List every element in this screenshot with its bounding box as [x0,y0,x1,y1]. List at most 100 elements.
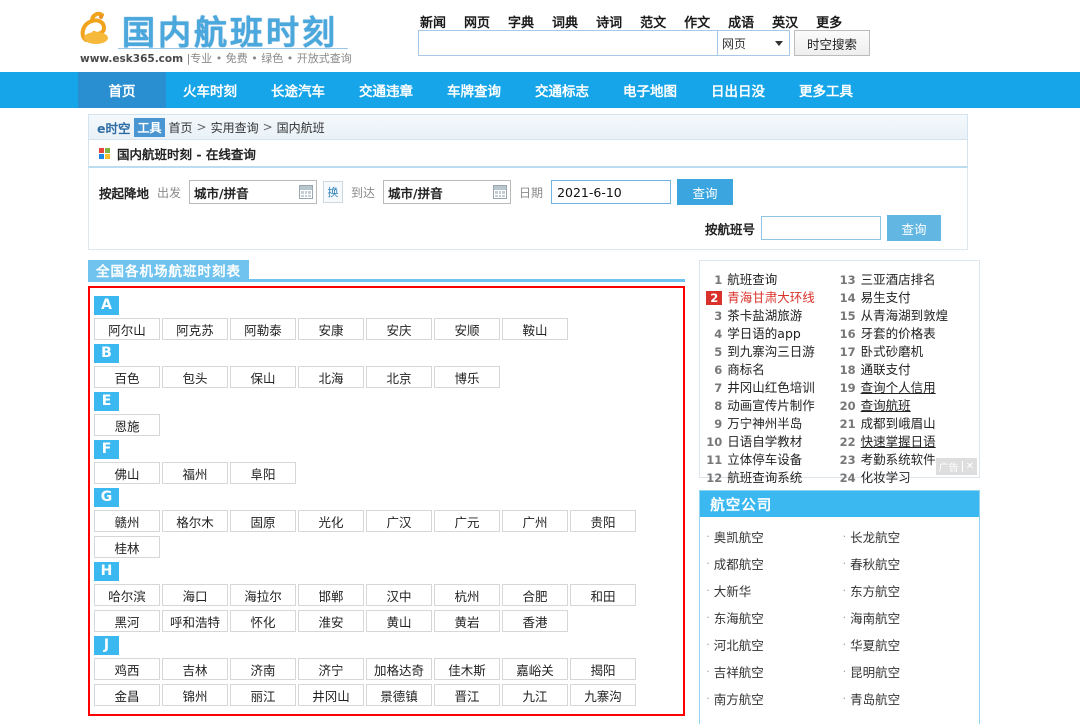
airport-chip[interactable]: 海拉尔 [230,584,296,606]
airline-item[interactable]: · 东海航空 [706,604,842,631]
hot-search-item[interactable]: 11 立体停车设备 [706,449,839,467]
airline-item[interactable]: · 青岛航空 [843,685,979,712]
hot-search-text[interactable]: 化妆学习 [861,467,911,486]
airport-chip[interactable]: 香港 [502,610,568,632]
hot-search-text[interactable]: 动画宣传片制作 [727,395,815,414]
search-link-5[interactable]: 范文 [640,12,666,31]
airport-chip[interactable]: 广元 [434,510,500,532]
hot-search-text[interactable]: 学日语的app [727,323,801,342]
depart-city-input[interactable]: 城市/拼音 [189,180,318,204]
site-logo[interactable]: 国内航班时刻 www.esk365.com |专业 • 免费 • 绿色 • 开放… [78,6,352,66]
airport-chip[interactable]: 恩施 [94,414,160,436]
hot-search-text[interactable]: 三亚酒店排名 [861,269,936,288]
hot-search-item[interactable]: 15 从青海湖到敦煌 [840,305,973,323]
hot-search-text[interactable]: 到九寨沟三日游 [727,341,815,360]
hot-search-item[interactable]: 10 日语自学教材 [706,431,839,449]
airport-chip[interactable]: 济南 [230,658,296,680]
hot-search-item[interactable]: 2 青海甘肃大环线 [706,287,839,305]
airport-chip[interactable]: 和田 [570,584,636,606]
flightno-input[interactable] [761,216,881,240]
airport-chip[interactable]: 锦州 [162,684,228,706]
date-input[interactable]: 2021-6-10 [551,180,672,204]
nav-item-bus[interactable]: 长途汽车 [254,72,342,108]
airport-chip[interactable]: 井冈山 [298,684,364,706]
breadcrumb-brand[interactable]: e时空 [97,118,130,137]
hot-search-text[interactable]: 从青海湖到敦煌 [861,305,949,324]
airport-chip[interactable]: 晋江 [434,684,500,706]
nav-item-more-tools[interactable]: 更多工具 [782,72,870,108]
search-link-6[interactable]: 作文 [684,12,710,31]
airport-chip[interactable]: 格尔木 [162,510,228,532]
airport-chip[interactable]: 北京 [366,366,432,388]
hot-search-item[interactable]: 18 通联支付 [840,359,973,377]
airport-chip[interactable]: 佳木斯 [434,658,500,680]
airport-chip[interactable]: 固原 [230,510,296,532]
airport-chip[interactable]: 广州 [502,510,568,532]
airport-chip[interactable]: 百色 [94,366,160,388]
hot-search-item[interactable]: 4 学日语的app [706,323,839,341]
airport-chip[interactable]: 北海 [298,366,364,388]
hot-search-item[interactable]: 16 牙套的价格表 [840,323,973,341]
hot-search-item[interactable]: 3 茶卡盐湖旅游 [706,305,839,323]
airport-chip[interactable]: 广汉 [366,510,432,532]
airport-chip[interactable]: 吉林 [162,658,228,680]
hot-search-text[interactable]: 航班查询 [727,269,777,288]
hot-search-text[interactable]: 井冈山红色培训 [727,377,815,396]
hot-search-text[interactable]: 万宁神州半岛 [727,413,802,432]
airport-chip[interactable]: 鸡西 [94,658,160,680]
airline-item[interactable]: · 河北航空 [706,631,842,658]
airport-chip[interactable]: 呼和浩特 [162,610,228,632]
airport-chip[interactable]: 合肥 [502,584,568,606]
airport-chip[interactable]: 博乐 [434,366,500,388]
hot-search-text[interactable]: 卧式砂磨机 [861,341,924,360]
breadcrumb-item-current[interactable]: 国内航班 [277,119,325,136]
airport-chip[interactable]: 哈尔滨 [94,584,160,606]
airport-chip[interactable]: 佛山 [94,462,160,484]
airline-item[interactable]: · 吉祥航空 [706,658,842,685]
airline-item[interactable]: · 大新华 [706,577,842,604]
hot-search-text[interactable]: 通联支付 [861,359,911,378]
hot-search-item[interactable]: 17 卧式砂磨机 [840,341,973,359]
airport-chip[interactable]: 桂林 [94,536,160,558]
hot-search-item[interactable]: 19 查询个人信用 [840,377,973,395]
airline-item[interactable]: · 春秋航空 [843,550,979,577]
swap-cities-button[interactable]: 换 [323,181,344,203]
search-link-2[interactable]: 字典 [508,12,534,31]
airport-chip[interactable]: 黄岩 [434,610,500,632]
airport-chip[interactable]: 汉中 [366,584,432,606]
hot-search-text[interactable]: 查询个人信用 [861,377,936,396]
hot-search-item[interactable]: 1 航班查询 [706,269,839,287]
airport-chip[interactable]: 揭阳 [570,658,636,680]
hot-search-item[interactable]: 6 商标名 [706,359,839,377]
airport-chip[interactable]: 福州 [162,462,228,484]
airport-chip[interactable]: 光化 [298,510,364,532]
hot-search-text[interactable]: 青海甘肃大环线 [727,287,815,306]
search-link-7[interactable]: 成语 [728,12,754,31]
airport-chip[interactable]: 杭州 [434,584,500,606]
search-link-3[interactable]: 词典 [552,12,578,31]
nav-item-home[interactable]: 首页 [78,72,166,108]
hot-search-text[interactable]: 考勤系统软件 [861,449,936,468]
airport-chip[interactable]: 赣州 [94,510,160,532]
hot-search-item[interactable]: 14 易生支付 [840,287,973,305]
hot-search-text[interactable]: 商标名 [727,359,765,378]
airport-chip[interactable]: 嘉峪关 [502,658,568,680]
hot-search-item[interactable]: 20 查询航班 [840,395,973,413]
hot-search-item[interactable]: 12 航班查询系统 [706,467,839,485]
global-search-input[interactable] [418,30,718,56]
hot-search-item[interactable]: 8 动画宣传片制作 [706,395,839,413]
airline-item[interactable]: · 成都航空 [706,550,842,577]
airline-item[interactable]: · 海南航空 [843,604,979,631]
airport-chip[interactable]: 丽江 [230,684,296,706]
airline-item[interactable]: · 昆明航空 [843,658,979,685]
hot-search-item[interactable]: 22 快速掌握日语 [840,431,973,449]
airport-chip[interactable]: 安顺 [434,318,500,340]
airport-chip[interactable]: 贵阳 [570,510,636,532]
airport-list-tab[interactable]: 全国各机场航班时刻表 [88,260,249,280]
nav-item-violation[interactable]: 交通违章 [342,72,430,108]
breadcrumb-item-home[interactable]: 首页 [169,119,193,136]
ad-close-icon[interactable]: ✕ [961,461,974,472]
search-link-0[interactable]: 新闻 [420,12,446,31]
airline-item[interactable]: · 奥凯航空 [706,523,842,550]
hot-search-text[interactable]: 茶卡盐湖旅游 [727,305,802,324]
